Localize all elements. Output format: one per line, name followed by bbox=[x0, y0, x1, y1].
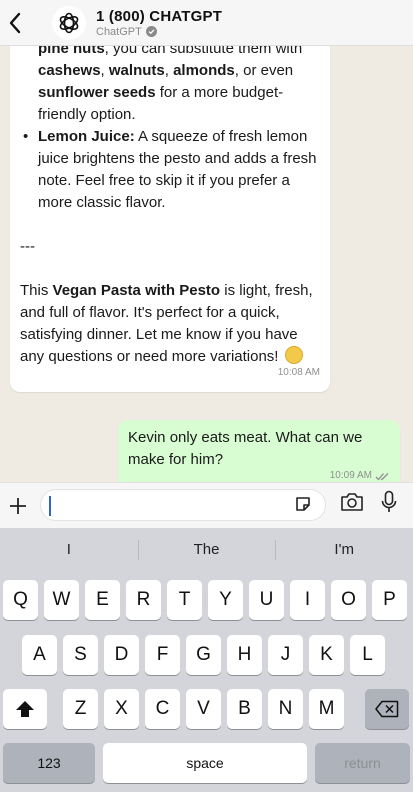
verified-badge-icon bbox=[145, 26, 157, 37]
message-timestamp: 10:09 AM bbox=[329, 470, 372, 481]
sticker-icon bbox=[296, 497, 310, 511]
bold-text: sunflower seeds bbox=[38, 84, 156, 101]
message-text: This bbox=[20, 282, 53, 299]
key-x[interactable]: X bbox=[104, 689, 139, 729]
camera-button[interactable] bbox=[340, 492, 364, 517]
key-d[interactable]: D bbox=[104, 635, 139, 675]
key-s[interactable]: S bbox=[63, 635, 98, 675]
camera-icon bbox=[341, 493, 363, 511]
suggestion-3[interactable]: I'm bbox=[275, 528, 413, 572]
key-p[interactable]: P bbox=[372, 580, 407, 620]
key-g[interactable]: G bbox=[186, 635, 221, 675]
key-u[interactable]: U bbox=[249, 580, 284, 620]
delete-key[interactable] bbox=[365, 689, 409, 729]
key-c[interactable]: C bbox=[145, 689, 180, 729]
bold-text: pine nuts bbox=[38, 46, 105, 57]
sticker-button[interactable] bbox=[294, 495, 312, 518]
bold-text: walnuts bbox=[108, 62, 165, 79]
key-i[interactable]: I bbox=[290, 580, 325, 620]
contact-subtitle: ChatGPT bbox=[96, 26, 222, 38]
back-button[interactable] bbox=[0, 0, 30, 46]
return-key[interactable]: return bbox=[315, 743, 410, 783]
key-e[interactable]: E bbox=[85, 580, 120, 620]
key-l[interactable]: L bbox=[350, 635, 385, 675]
outgoing-message: Kevin only eats meat. What can we make f… bbox=[118, 420, 400, 482]
bullet: • bbox=[23, 128, 29, 145]
contact-info[interactable]: 1 (800) CHATGPT ChatGPT bbox=[96, 8, 222, 38]
key-v[interactable]: V bbox=[186, 689, 221, 729]
message-meta: 10:09 AM bbox=[330, 465, 390, 482]
list-item: • Lemon Juice: A squeeze of fresh lemon j… bbox=[20, 126, 320, 214]
key-q[interactable]: Q bbox=[3, 580, 38, 620]
key-k[interactable]: K bbox=[309, 635, 344, 675]
key-f[interactable]: F bbox=[145, 635, 180, 675]
message-paragraph: This Vegan Pasta with Pesto is light, fr… bbox=[20, 280, 320, 368]
contact-subtitle-text: ChatGPT bbox=[96, 25, 142, 38]
bold-text: Lemon Juice: bbox=[38, 128, 135, 145]
key-b[interactable]: B bbox=[227, 689, 262, 729]
incoming-message: pine nuts, you can substitute them with … bbox=[10, 46, 330, 392]
key-w[interactable]: W bbox=[44, 580, 79, 620]
avatar[interactable] bbox=[52, 5, 86, 40]
keyboard-suggestions: I The I'm bbox=[0, 528, 413, 572]
chevron-left-icon bbox=[9, 12, 21, 33]
text-caret bbox=[49, 496, 51, 516]
key-r[interactable]: R bbox=[126, 580, 161, 620]
shift-icon bbox=[16, 701, 34, 717]
key-h[interactable]: H bbox=[227, 635, 262, 675]
key-z[interactable]: Z bbox=[63, 689, 98, 729]
bold-text: almonds bbox=[173, 62, 235, 79]
suggestion-1[interactable]: I bbox=[0, 528, 138, 572]
plus-icon bbox=[10, 497, 26, 514]
message-text: , or even bbox=[234, 62, 294, 79]
key-m[interactable]: M bbox=[309, 689, 344, 729]
key-y[interactable]: Y bbox=[208, 580, 243, 620]
key-j[interactable]: J bbox=[268, 635, 303, 675]
message-text: , you can substitute them with bbox=[104, 46, 303, 57]
backspace-icon bbox=[375, 700, 399, 718]
shift-key[interactable] bbox=[3, 689, 47, 729]
openai-logo-icon bbox=[59, 12, 79, 33]
microphone-button[interactable] bbox=[381, 490, 397, 519]
bold-text: cashews bbox=[38, 62, 101, 79]
key-t[interactable]: T bbox=[167, 580, 202, 620]
chat-header: 1 (800) CHATGPT ChatGPT bbox=[0, 0, 413, 46]
microphone-icon bbox=[381, 490, 397, 512]
double-check-icon bbox=[375, 472, 389, 480]
chat-area[interactable]: pine nuts, you can substitute them with … bbox=[0, 46, 413, 482]
key-a[interactable]: A bbox=[22, 635, 57, 675]
contact-name: 1 (800) CHATGPT bbox=[96, 7, 223, 25]
numbers-key[interactable]: 123 bbox=[3, 743, 95, 783]
message-text: , bbox=[164, 62, 174, 79]
message-paragraph: pine nuts, you can substitute them with … bbox=[20, 46, 320, 126]
space-key[interactable]: space bbox=[103, 743, 307, 783]
divider-text: --- bbox=[20, 238, 35, 255]
key-o[interactable]: O bbox=[331, 580, 366, 620]
message-input[interactable] bbox=[40, 489, 326, 521]
attach-button[interactable] bbox=[0, 483, 36, 529]
message-text: , bbox=[100, 62, 109, 79]
bold-text: Vegan Pasta with Pesto bbox=[52, 282, 221, 299]
key-n[interactable]: N bbox=[268, 689, 303, 729]
suggestion-2[interactable]: The bbox=[137, 528, 276, 572]
